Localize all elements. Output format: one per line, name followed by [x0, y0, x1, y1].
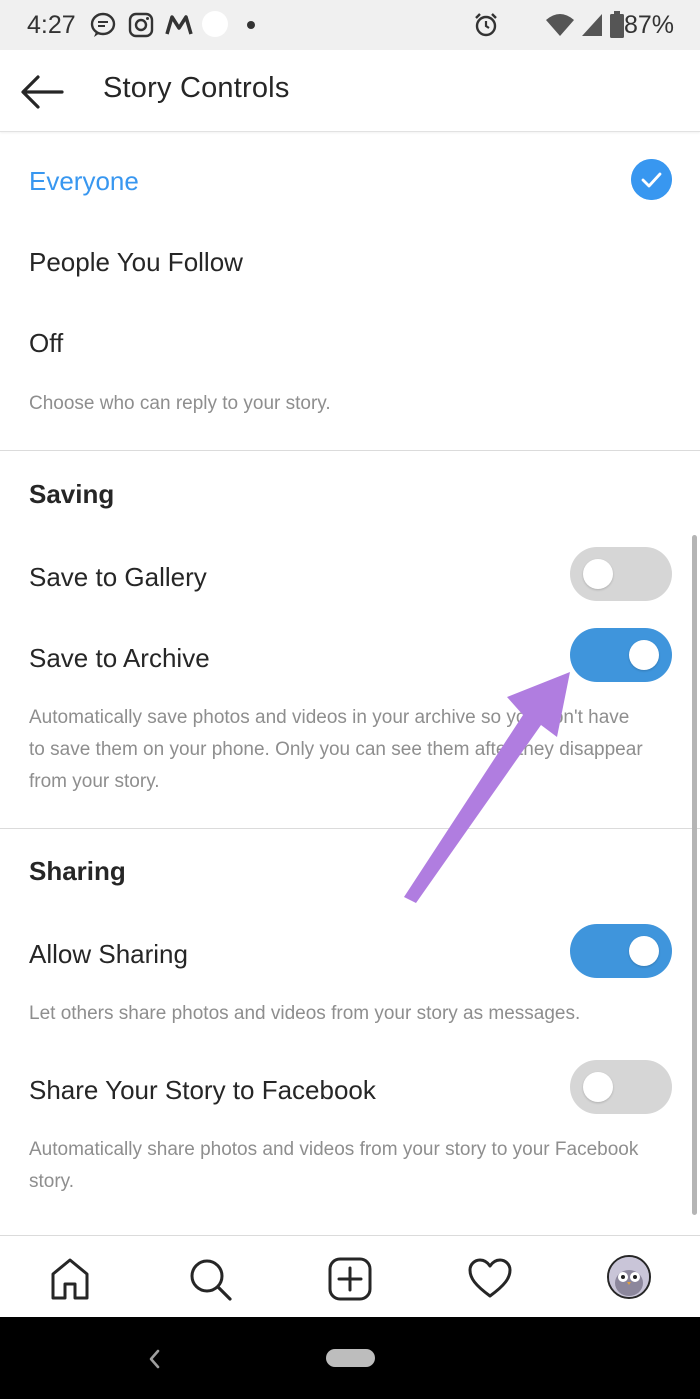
toggle-knob — [583, 1072, 613, 1102]
allow-sharing-toggle[interactable] — [570, 924, 672, 978]
save-to-gallery-label: Save to Gallery — [29, 562, 207, 592]
battery-icon — [610, 11, 624, 38]
myntra-icon — [165, 15, 193, 35]
battery-percent: 87% — [623, 11, 674, 39]
signal-icon — [582, 14, 602, 36]
settings-content[interactable]: Everyone People You Follow Off Choose wh… — [0, 132, 700, 1235]
chat-bubble-icon — [90, 12, 116, 37]
share-to-facebook-row: Share Your Story to Facebook — [0, 1053, 700, 1123]
owl-avatar-icon — [609, 1257, 649, 1297]
saving-section-title: Saving — [29, 479, 115, 509]
nav-home-pill[interactable] — [326, 1349, 375, 1367]
sharing-section-title: Sharing — [29, 856, 126, 886]
page-title: Story Controls — [103, 72, 290, 104]
option-people-you-follow[interactable]: People You Follow — [0, 213, 700, 294]
save-to-gallery-toggle[interactable] — [570, 547, 672, 601]
add-post-icon[interactable] — [327, 1256, 373, 1302]
checkmark-icon — [631, 159, 672, 200]
scrollbar[interactable] — [692, 535, 697, 1215]
replies-description: Choose who can reply to your story. — [29, 393, 331, 414]
share-to-facebook-toggle[interactable] — [570, 1060, 672, 1114]
nav-back-icon[interactable] — [144, 1345, 164, 1373]
save-to-gallery-row: Save to Gallery — [0, 540, 700, 610]
alarm-icon — [475, 13, 497, 37]
option-label: People You Follow — [29, 247, 243, 277]
allow-sharing-description: Let others share photos and videos from … — [29, 1003, 581, 1024]
saving-description: Automatically save photos and videos in … — [29, 707, 643, 792]
dot-icon — [247, 21, 255, 29]
white-circle-icon — [202, 11, 228, 37]
toggle-knob — [583, 559, 613, 589]
back-arrow-icon[interactable] — [20, 72, 64, 112]
allow-sharing-row: Allow Sharing — [0, 917, 700, 987]
bottom-tab-bar — [0, 1235, 700, 1317]
toggle-knob — [629, 936, 659, 966]
allow-sharing-label: Allow Sharing — [29, 939, 188, 969]
instagram-icon — [128, 12, 154, 38]
status-bar: 4:27 87% — [0, 0, 700, 50]
android-nav-bar — [0, 1317, 700, 1399]
save-to-archive-label: Save to Archive — [29, 643, 210, 673]
section-divider — [0, 828, 700, 829]
save-to-archive-toggle[interactable] — [570, 628, 672, 682]
save-to-archive-row: Save to Archive — [0, 621, 700, 691]
share-to-facebook-label: Share Your Story to Facebook — [29, 1075, 376, 1105]
heart-icon[interactable] — [467, 1256, 513, 1302]
home-icon[interactable] — [47, 1256, 93, 1302]
wifi-icon — [546, 14, 574, 36]
section-divider — [0, 450, 700, 451]
option-off[interactable]: Off — [0, 294, 700, 375]
share-to-facebook-description: Automatically share photos and videos fr… — [29, 1139, 639, 1192]
search-icon[interactable] — [187, 1256, 233, 1302]
option-label: Off — [29, 328, 64, 358]
profile-avatar[interactable] — [607, 1255, 651, 1299]
option-label: Everyone — [29, 166, 139, 196]
toggle-knob — [629, 640, 659, 670]
app-header: Story Controls — [0, 50, 700, 132]
option-everyone[interactable]: Everyone — [0, 132, 700, 213]
status-time: 4:27 — [27, 11, 76, 39]
